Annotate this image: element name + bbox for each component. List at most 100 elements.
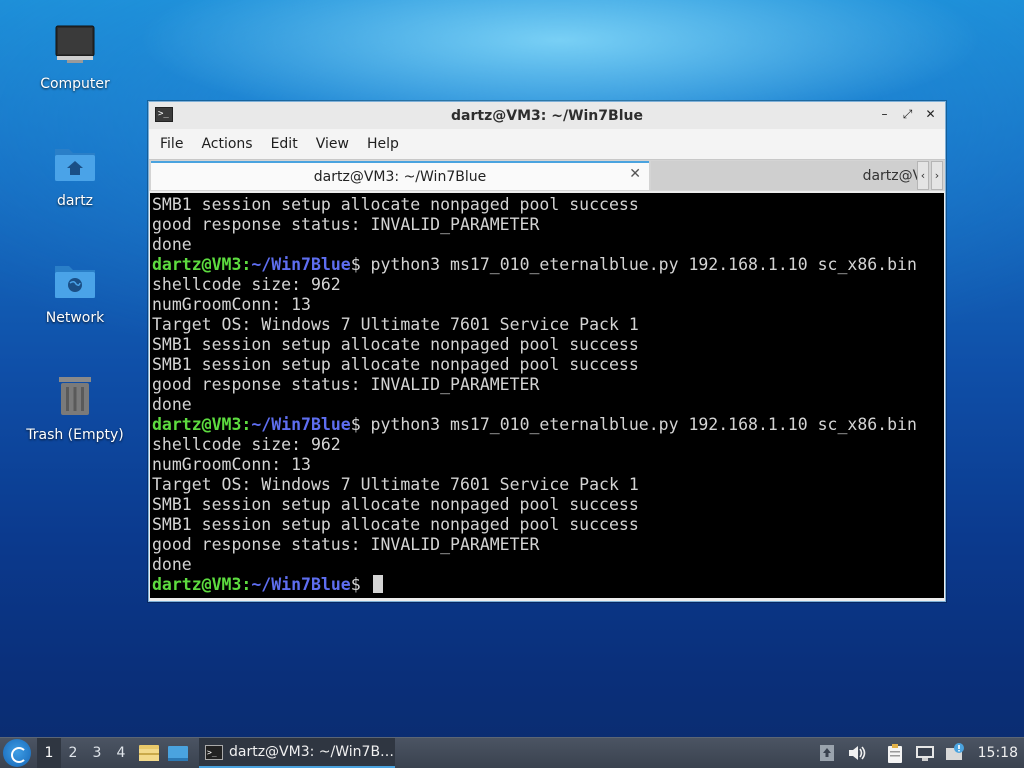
terminal-output[interactable]: SMB1 session setup allocate nonpaged poo… (150, 193, 944, 598)
prompt-user: dartz@VM3 (152, 415, 242, 434)
tab-inactive[interactable]: dartz@VM3: ~/Win7Blue (651, 161, 917, 190)
close-button[interactable]: ✕ (922, 106, 939, 123)
prompt-user: dartz@VM3 (152, 575, 242, 594)
desktop-icon-label: Network (45, 310, 105, 326)
show-desktop-icon[interactable] (165, 740, 191, 766)
output-text: shellcode size: 962 (152, 275, 341, 294)
prompt-separator: : (241, 575, 252, 594)
tab-scroll-left-button[interactable]: ‹ (917, 161, 929, 190)
terminal-output-line: numGroomConn: 13 (152, 455, 944, 475)
workspace-4[interactable]: 4 (109, 738, 133, 768)
output-text: Target OS: Windows 7 Ultimate 7601 Servi… (152, 315, 639, 334)
terminal-output-line: good response status: INVALID_PARAMETER (152, 375, 944, 395)
terminal-output-line: done (152, 235, 944, 255)
prompt-symbol: $ (350, 415, 361, 434)
output-text: SMB1 session setup allocate nonpaged poo… (152, 335, 639, 354)
output-text: SMB1 session setup allocate nonpaged poo… (152, 355, 639, 374)
desktop-icon-trash[interactable]: Trash (Empty) (20, 373, 130, 443)
maximize-button[interactable]: ⤢ (899, 106, 916, 123)
output-text: SMB1 session setup allocate nonpaged poo… (152, 515, 639, 534)
output-text: numGroomConn: 13 (152, 295, 311, 314)
desktop-icon-label: Computer (40, 76, 110, 92)
workspace-3[interactable]: 3 (85, 738, 109, 768)
command-text: python3 ms17_010_eternalblue.py 192.168.… (360, 415, 917, 434)
output-text: numGroomConn: 13 (152, 455, 311, 474)
update-notifier-icon[interactable] (816, 742, 838, 764)
prompt-separator: : (241, 255, 252, 274)
taskbar-task-terminal[interactable]: >_ dartz@VM3: ~/Win7B… (199, 738, 395, 768)
terminal-output-line: SMB1 session setup allocate nonpaged poo… (152, 355, 944, 375)
menu-help[interactable]: Help (358, 136, 408, 152)
system-tray: 15:18 (816, 738, 1024, 768)
tab-scroll-right-button[interactable]: › (931, 161, 943, 190)
trash-icon (51, 373, 99, 421)
output-text: SMB1 session setup allocate nonpaged poo… (152, 495, 639, 514)
clock[interactable]: 15:18 (978, 745, 1018, 761)
prompt-symbol: $ (350, 575, 361, 594)
terminal-window: >_ dartz@VM3: ~/Win7Blue – ⤢ ✕ File Acti… (148, 101, 946, 602)
text-cursor (372, 575, 383, 593)
network-folder-icon (51, 256, 99, 304)
menu-view[interactable]: View (307, 136, 358, 152)
prompt-path: ~/Win7Blue (251, 255, 351, 274)
terminal-output-line: SMB1 session setup allocate nonpaged poo… (152, 515, 944, 535)
prompt-separator: : (241, 415, 252, 434)
prompt-path: ~/Win7Blue (251, 575, 351, 594)
terminal-output-line: SMB1 session setup allocate nonpaged poo… (152, 195, 944, 215)
output-text: Target OS: Windows 7 Ultimate 7601 Servi… (152, 475, 639, 494)
terminal-output-line: SMB1 session setup allocate nonpaged poo… (152, 335, 944, 355)
network-icon[interactable] (914, 742, 936, 764)
task-label: dartz@VM3: ~/Win7B… (229, 744, 395, 760)
desktop-icon-network[interactable]: Network (20, 256, 130, 326)
menu-file[interactable]: File (151, 136, 192, 152)
tab-bar: dartz@VM3: ~/Win7Blue ✕ dartz@VM3: ~/Win… (149, 159, 945, 191)
desktop-icon-computer[interactable]: Computer (20, 22, 130, 92)
taskbar: 1 2 3 4 >_ dartz@VM3: ~/Win7B… 15:18 (0, 737, 1024, 768)
terminal-output-line: shellcode size: 962 (152, 275, 944, 295)
terminal-icon: >_ (205, 744, 223, 760)
output-text: good response status: INVALID_PARAMETER (152, 535, 540, 554)
window-title: dartz@VM3: ~/Win7Blue (451, 107, 643, 124)
notification-icon[interactable] (944, 742, 966, 764)
terminal-output-line: shellcode size: 962 (152, 435, 944, 455)
terminal-output-line: numGroomConn: 13 (152, 295, 944, 315)
menu-edit[interactable]: Edit (262, 136, 307, 152)
menu-bar: File Actions Edit View Help (149, 129, 945, 159)
computer-icon (51, 22, 99, 70)
command-text (361, 575, 371, 594)
terminal-prompt-line: dartz@VM3:~/Win7Blue$ (152, 575, 944, 595)
clipboard-icon[interactable] (884, 742, 906, 764)
start-menu-button[interactable] (3, 739, 31, 767)
terminal-prompt-line: dartz@VM3:~/Win7Blue$ python3 ms17_010_e… (152, 255, 944, 275)
terminal-output-line: Target OS: Windows 7 Ultimate 7601 Servi… (152, 315, 944, 335)
workspace-1[interactable]: 1 (37, 738, 61, 768)
output-text: shellcode size: 962 (152, 435, 341, 454)
output-text: good response status: INVALID_PARAMETER (152, 215, 540, 234)
terminal-output-line: good response status: INVALID_PARAMETER (152, 535, 944, 555)
terminal-output-line: SMB1 session setup allocate nonpaged poo… (152, 495, 944, 515)
desktop-icon-label: Trash (Empty) (26, 427, 124, 443)
minimize-button[interactable]: – (876, 106, 893, 123)
terminal-output-line: done (152, 395, 944, 415)
terminal-output-line: Target OS: Windows 7 Ultimate 7601 Servi… (152, 475, 944, 495)
terminal-output-line: good response status: INVALID_PARAMETER (152, 215, 944, 235)
workspace-2[interactable]: 2 (61, 738, 85, 768)
prompt-path: ~/Win7Blue (251, 415, 351, 434)
tab-label: dartz@VM3: ~/Win7Blue (313, 168, 487, 185)
output-text: done (152, 555, 192, 574)
file-manager-icon[interactable] (136, 740, 162, 766)
output-text: done (152, 395, 192, 414)
desktop-icon-home[interactable]: dartz (20, 139, 130, 209)
desktop-icon-label: dartz (56, 193, 94, 209)
terminal-prompt-line: dartz@VM3:~/Win7Blue$ python3 ms17_010_e… (152, 415, 944, 435)
volume-icon[interactable] (846, 742, 868, 764)
title-bar[interactable]: >_ dartz@VM3: ~/Win7Blue – ⤢ ✕ (149, 102, 945, 129)
tab-label: dartz@VM3: ~/Win7Blue (862, 167, 917, 184)
home-folder-icon (51, 139, 99, 187)
prompt-symbol: $ (350, 255, 361, 274)
tab-close-icon[interactable]: ✕ (629, 166, 641, 182)
command-text: python3 ms17_010_eternalblue.py 192.168.… (360, 255, 917, 274)
tab-active[interactable]: dartz@VM3: ~/Win7Blue ✕ (151, 161, 649, 190)
prompt-user: dartz@VM3 (152, 255, 242, 274)
menu-actions[interactable]: Actions (192, 136, 261, 152)
